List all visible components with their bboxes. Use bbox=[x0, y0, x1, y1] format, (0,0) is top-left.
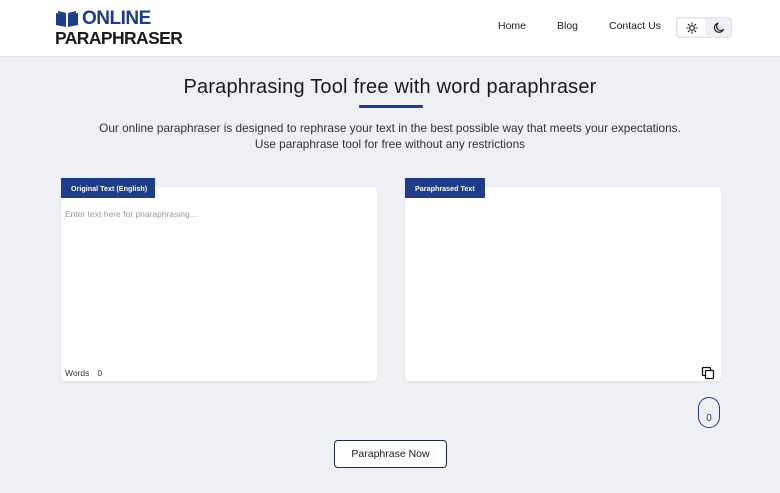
nav-blog[interactable]: Blog bbox=[557, 20, 578, 32]
page-description: Our online paraphraser is designed to re… bbox=[60, 120, 720, 152]
book-icon bbox=[56, 11, 78, 27]
nav-home[interactable]: Home bbox=[498, 20, 526, 32]
original-text-panel: Words 0 bbox=[61, 187, 377, 381]
word-count-label: Words bbox=[65, 368, 90, 378]
original-text-input[interactable] bbox=[61, 205, 377, 355]
logo-text-paraphraser: PARAPHRASER bbox=[55, 28, 183, 48]
word-count-value: 0 bbox=[97, 368, 103, 378]
paraphrased-text-tag: Paraphrased Text bbox=[405, 178, 485, 198]
copy-icon bbox=[701, 366, 715, 380]
word-count: Words 0 bbox=[65, 368, 102, 378]
paraphrased-text-panel bbox=[405, 187, 721, 381]
moon-icon bbox=[713, 22, 724, 33]
description-line-1: Our online paraphraser is designed to re… bbox=[99, 121, 681, 135]
title-underline bbox=[359, 105, 423, 108]
copy-button[interactable] bbox=[701, 365, 715, 380]
logo-text-online: ONLINE bbox=[82, 8, 151, 29]
page-title: Paraphrasing Tool free with word paraphr… bbox=[183, 76, 597, 98]
site-logo[interactable]: ONLINE PARAPHRASER bbox=[55, 8, 183, 49]
theme-toggle bbox=[676, 17, 732, 38]
site-header: ONLINE PARAPHRASER Home Blog Contact Us bbox=[0, 0, 780, 57]
original-text-tag: Original Text (English) bbox=[61, 178, 155, 198]
description-line-2: Use paraphrase tool for free without any… bbox=[254, 137, 526, 151]
paraphrase-now-button[interactable]: Paraphrase Now bbox=[334, 440, 447, 468]
scroll-indicator-value: 0 bbox=[706, 413, 712, 424]
sun-icon bbox=[685, 21, 698, 34]
dark-mode-button[interactable] bbox=[705, 19, 732, 36]
light-mode-button[interactable] bbox=[678, 19, 705, 36]
nav-contact-us[interactable]: Contact Us bbox=[609, 20, 661, 32]
scroll-indicator[interactable]: 0 bbox=[698, 397, 720, 428]
